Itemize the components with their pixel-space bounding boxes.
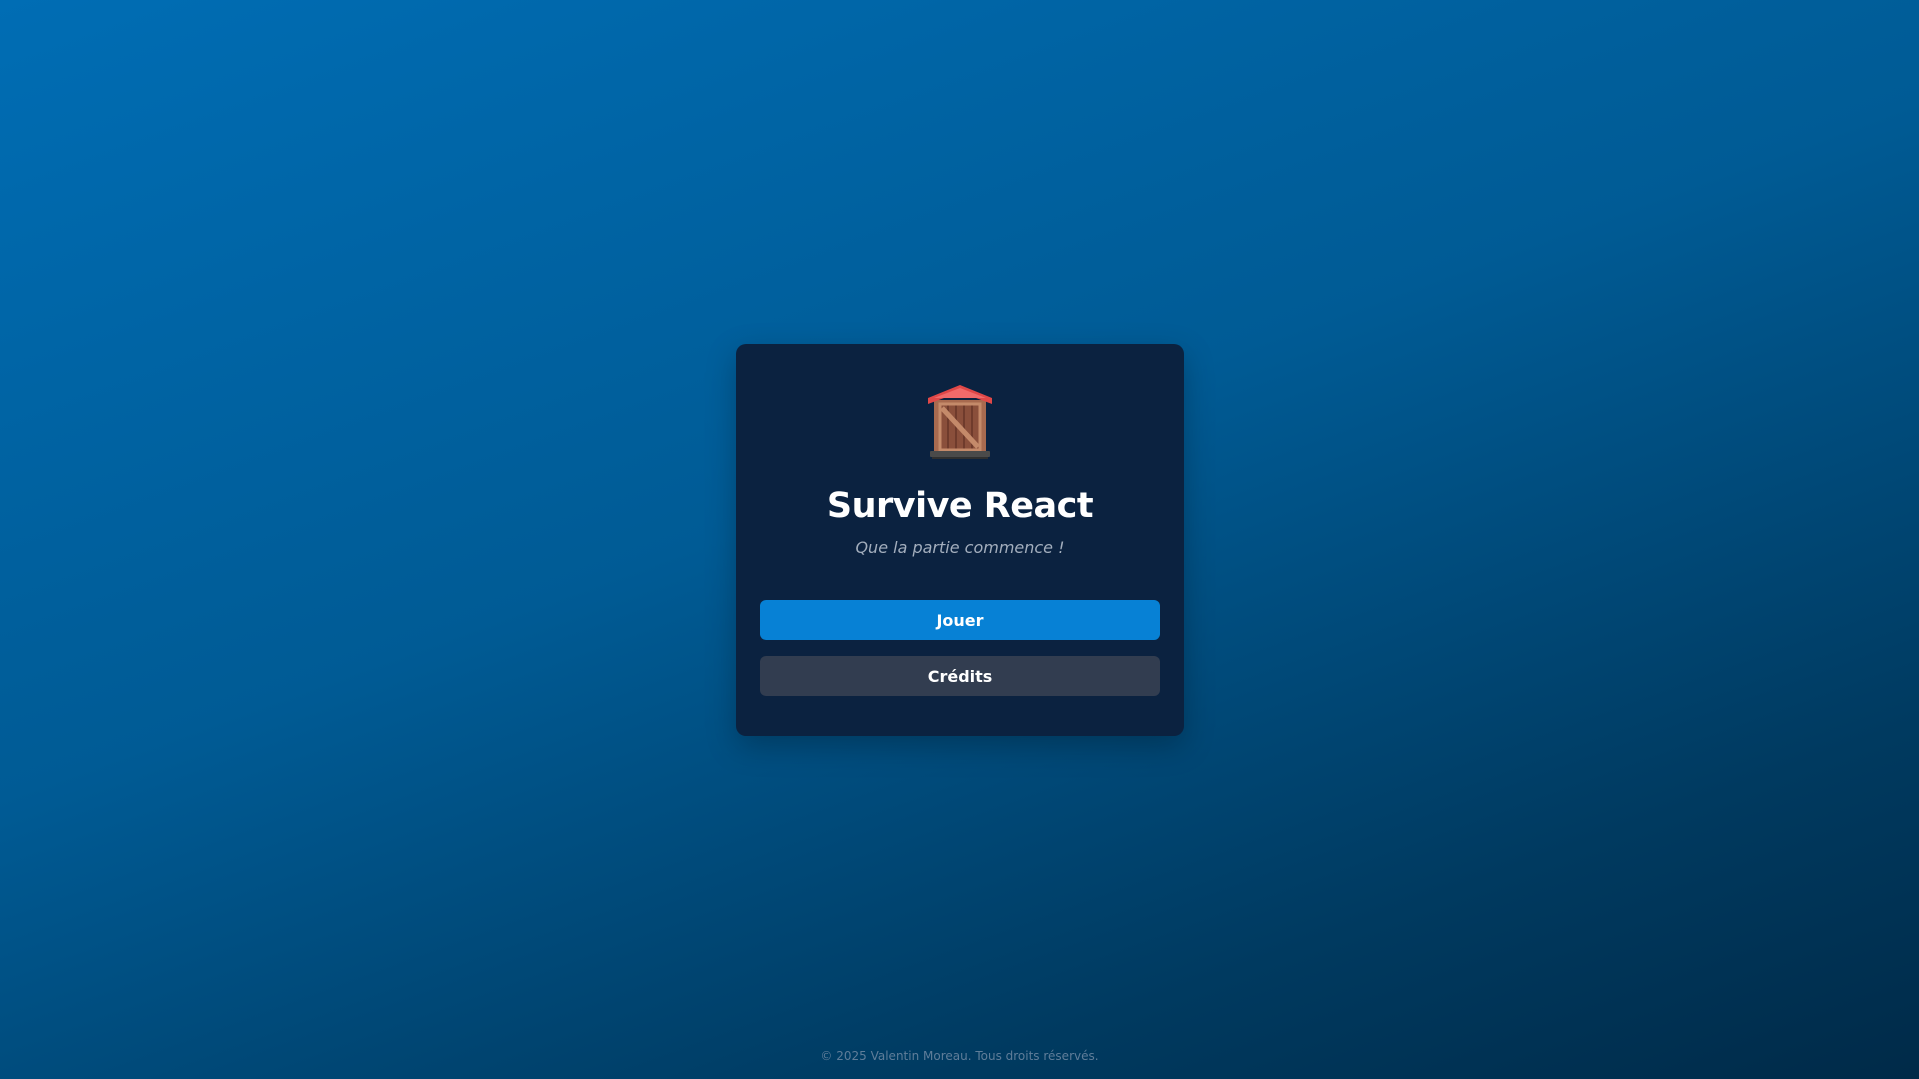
credits-button[interactable]: Crédits <box>760 656 1160 696</box>
play-button[interactable]: Jouer <box>760 600 1160 640</box>
copyright-footer: © 2025 Valentin Moreau. Tous droits rése… <box>820 1049 1099 1063</box>
game-title: Survive React <box>826 486 1094 526</box>
main-menu-card: Survive React Que la partie commence ! J… <box>736 344 1184 736</box>
game-subtitle: Que la partie commence ! <box>855 538 1065 557</box>
hut-icon <box>928 385 992 459</box>
